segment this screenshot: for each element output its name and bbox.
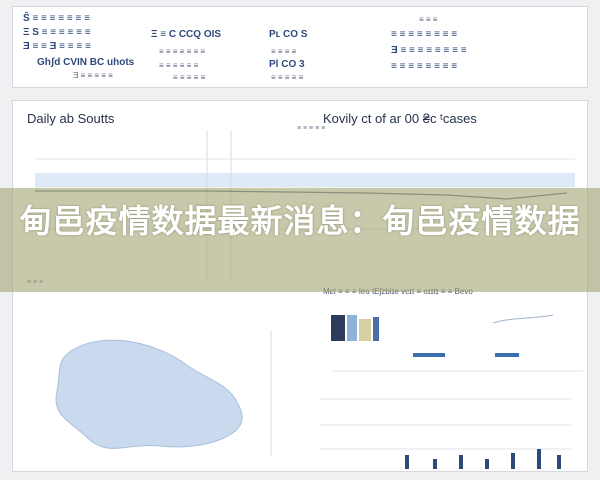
bottom-bar-chart — [319, 398, 571, 469]
mini-bar — [331, 315, 345, 341]
bar — [405, 455, 409, 469]
summary-col4-line3: Ǝ ≡ ≡ ≡ ≡ ≡ ≡ ≡ ≡ — [391, 45, 467, 56]
summary-col3-line1: Pʟ CO S — [269, 29, 308, 40]
right-chart-title: Kovily ct of ar 00 ₴c ᵗcases — [323, 111, 477, 126]
summary-col1-line4: Ghʃd CVIN BC uhots — [37, 57, 135, 68]
summary-col4-line2: ≡ ≡ ≡ ≡ ≡ ≡ ≡ ≡ — [391, 29, 458, 40]
mini-line — [492, 314, 554, 324]
progress-bar — [413, 353, 445, 357]
summary-col2-line2: ≡ ≡ ≡ ≡ ≡ ≡ ≡ — [159, 47, 206, 56]
overlay-title: 甸邑疫情数据最新消息：甸邑疫情数据 — [19, 203, 581, 239]
map-region — [55, 339, 243, 449]
mini-bar — [359, 319, 371, 341]
mini-bar — [373, 317, 379, 341]
bar — [485, 459, 489, 469]
title-overlay-banner: 甸邑疫情数据最新消息：甸邑疫情数据 — [0, 188, 600, 292]
left-chart-title: Daily ab Soutts — [27, 111, 115, 126]
summary-col4-line4: ≡ ≡ ≡ ≡ ≡ ≡ ≡ ≡ — [391, 61, 458, 72]
summary-col2-line3: ≡ ≡ ≡ ≡ ≡ ≡ — [159, 61, 199, 70]
bar — [511, 453, 515, 469]
summary-col2-line4: ≡ ≡ ≡ ≡ ≡ — [173, 73, 206, 82]
bar — [433, 459, 437, 469]
summary-col3-line4: ≡ ≡ ≡ ≡ ≡ — [271, 73, 304, 82]
summary-col1-line2: Ξ S ≡ ≡ ≡ ≡ ≡ ≡ — [23, 27, 91, 38]
bar — [537, 449, 541, 469]
summary-col2-line1: Ξ ≡ C CCQ OIS — [151, 29, 222, 40]
summary-col1-line1: Ŝ ≡ ≡ ≡ ≡ ≡ ≡ ≡ — [23, 13, 90, 24]
summary-col4-line1: ≡ ≡ ≡ — [419, 15, 438, 24]
summary-panel: Ŝ ≡ ≡ ≡ ≡ ≡ ≡ ≡ Ξ S ≡ ≡ ≡ ≡ ≡ ≡ Ǝ ≡ ≡ Ǝ … — [12, 6, 588, 88]
progress-bar — [495, 353, 519, 357]
summary-col1-line5: Ǝ ≡ ≡ ≡ ≡ ≡ — [73, 71, 113, 80]
bar — [557, 455, 561, 469]
dashboard-screenshot: Ŝ ≡ ≡ ≡ ≡ ≡ ≡ ≡ Ξ S ≡ ≡ ≡ ≡ ≡ ≡ Ǝ ≡ ≡ Ǝ … — [0, 0, 600, 480]
summary-col3-line3: Pl CO 3 — [269, 59, 305, 70]
right-panel-graphics — [331, 314, 583, 372]
bar — [459, 455, 463, 469]
region-map — [55, 331, 272, 456]
mini-bar — [347, 315, 357, 341]
summary-col1-line3: Ǝ ≡ ≡ Ǝ ≡ ≡ ≡ ≡ — [23, 41, 91, 52]
chart-band — [35, 173, 575, 187]
summary-col3-line2: ≡ ≡ ≡ ≡ — [271, 47, 297, 56]
